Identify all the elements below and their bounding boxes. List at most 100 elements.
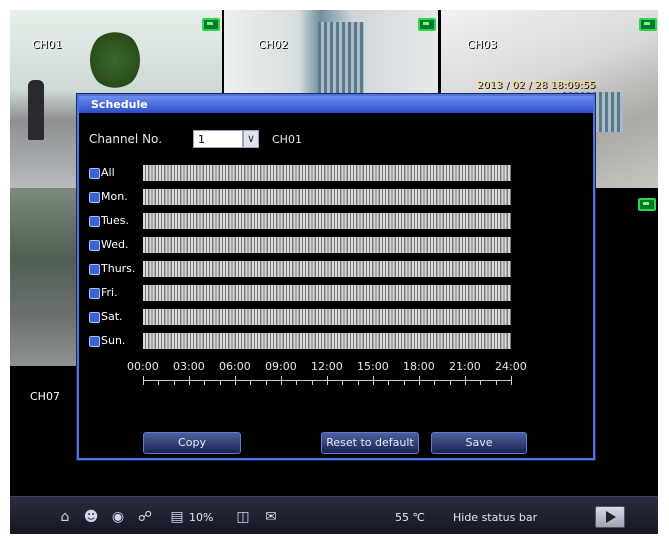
hdd-icon[interactable]: ▤	[168, 509, 186, 525]
hide-status-bar-link[interactable]: Hide status bar	[453, 511, 537, 524]
axis-tick	[434, 380, 436, 385]
axis-tick	[296, 380, 298, 385]
axis-tick	[419, 376, 420, 385]
axis-tick	[511, 376, 512, 385]
day-label: All	[101, 166, 115, 179]
time-tick-label: 09:00	[265, 360, 297, 373]
window-blind-shape	[318, 22, 364, 98]
person-shape	[28, 80, 44, 140]
day-label: Tues.	[101, 214, 130, 227]
copy-button[interactable]: Copy	[143, 432, 241, 454]
dialog-title-bar[interactable]: Schedule	[79, 96, 593, 113]
dialog-title: Schedule	[91, 98, 148, 111]
network-icon[interactable]: ◫	[234, 509, 252, 525]
axis-tick	[495, 380, 497, 385]
time-tick-label: 03:00	[173, 360, 205, 373]
channel-name: CH01	[272, 133, 302, 146]
plant-shape	[90, 30, 140, 90]
axis-tick	[189, 376, 190, 385]
day-label: Mon.	[101, 190, 128, 203]
schedule-bar[interactable]	[143, 213, 511, 229]
channel-select[interactable]: 1	[193, 130, 243, 148]
camera-label: CH03	[467, 38, 497, 51]
schedule-bar[interactable]	[143, 285, 511, 301]
time-tick-label: 06:00	[219, 360, 251, 373]
axis-tick	[158, 380, 160, 385]
day-label: Wed.	[101, 238, 129, 251]
axis-tick	[235, 376, 236, 385]
time-tick-label: 24:00	[495, 360, 527, 373]
camera-label: CH02	[258, 38, 288, 51]
day-checkbox[interactable]	[89, 336, 100, 347]
save-button[interactable]: Save	[431, 432, 527, 454]
day-label: Fri.	[101, 286, 118, 299]
schedule-bar[interactable]	[143, 165, 511, 181]
camera-tile-ch04[interactable]	[10, 188, 80, 366]
day-checkbox[interactable]	[89, 216, 100, 227]
chevron-down-icon[interactable]: ∨	[243, 130, 259, 148]
home-icon[interactable]: ⌂	[56, 509, 74, 525]
record-indicator-icon	[639, 18, 657, 31]
time-tick-label: 15:00	[357, 360, 389, 373]
day-checkbox[interactable]	[89, 288, 100, 299]
schedule-bar[interactable]	[143, 309, 511, 325]
day-row-thu: Thurs.	[89, 261, 519, 279]
channel-label: Channel No.	[89, 132, 163, 146]
schedule-bar[interactable]	[143, 261, 511, 277]
day-row-sun: Sun.	[89, 333, 519, 351]
record-indicator-icon	[418, 18, 436, 31]
schedule-bar[interactable]	[143, 237, 511, 253]
temperature: 55 ℃	[395, 511, 425, 524]
day-row-wed: Wed.	[89, 237, 519, 255]
record-indicator-icon	[638, 198, 656, 211]
axis-tick	[143, 376, 144, 385]
dvr-screen: CH01 CH02 CH03 2013 / 02 / 28 18:09:55 C…	[10, 10, 658, 534]
record-indicator-icon	[202, 18, 220, 31]
day-checkbox[interactable]	[89, 264, 100, 275]
schedule-bar[interactable]	[143, 189, 511, 205]
day-row-mon: Mon.	[89, 189, 519, 207]
time-tick-label: 12:00	[311, 360, 343, 373]
time-tick-label: 18:00	[403, 360, 435, 373]
axis-tick	[265, 380, 267, 385]
axis-tick	[480, 380, 482, 385]
axis-tick	[281, 376, 282, 385]
user-icon[interactable]: ☻	[82, 509, 100, 525]
axis-tick	[388, 380, 390, 385]
axis-tick	[357, 380, 359, 385]
day-checkbox[interactable]	[89, 312, 100, 323]
day-checkbox[interactable]	[89, 168, 100, 179]
axis-tick	[327, 376, 328, 385]
record-icon[interactable]: ◉	[109, 509, 127, 525]
axis-tick	[173, 380, 175, 385]
day-checkbox[interactable]	[89, 240, 100, 251]
day-checkbox[interactable]	[89, 192, 100, 203]
play-icon[interactable]	[595, 506, 625, 528]
camera-timestamp: 2013 / 02 / 28 18:09:55	[477, 80, 596, 91]
day-label: Thurs.	[101, 262, 136, 275]
camera-label-ch07: CH07	[30, 390, 60, 403]
axis-tick	[449, 380, 451, 385]
camera-tile-ch02[interactable]: CH02	[224, 10, 438, 98]
ptz-icon[interactable]: ☍	[136, 509, 154, 525]
axis-tick	[311, 380, 313, 385]
axis-tick	[219, 380, 221, 385]
day-label: Sun.	[101, 334, 126, 347]
axis-tick	[250, 380, 252, 385]
time-tick-label: 00:00	[127, 360, 159, 373]
mail-icon[interactable]: ✉	[262, 509, 280, 525]
axis-tick	[342, 380, 344, 385]
day-row-tue: Tues.	[89, 213, 519, 231]
axis-tick	[204, 380, 206, 385]
day-label: Sat.	[101, 310, 123, 323]
day-row-sat: Sat.	[89, 309, 519, 327]
day-row-all: All	[89, 165, 519, 183]
schedule-bar[interactable]	[143, 333, 511, 349]
axis-tick	[465, 376, 466, 385]
reset-default-button[interactable]: Reset to default	[321, 432, 419, 454]
status-bar: ⌂ ☻ ◉ ☍ ▤ 10% ◫ ✉ 55 ℃ Hide status bar	[10, 496, 658, 534]
day-row-fri: Fri.	[89, 285, 519, 303]
time-axis: 00:00 03:00 06:00 09:00 12:00 15:00 18:0…	[127, 360, 535, 410]
disk-usage: 10%	[189, 511, 214, 524]
time-tick-label: 21:00	[449, 360, 481, 373]
